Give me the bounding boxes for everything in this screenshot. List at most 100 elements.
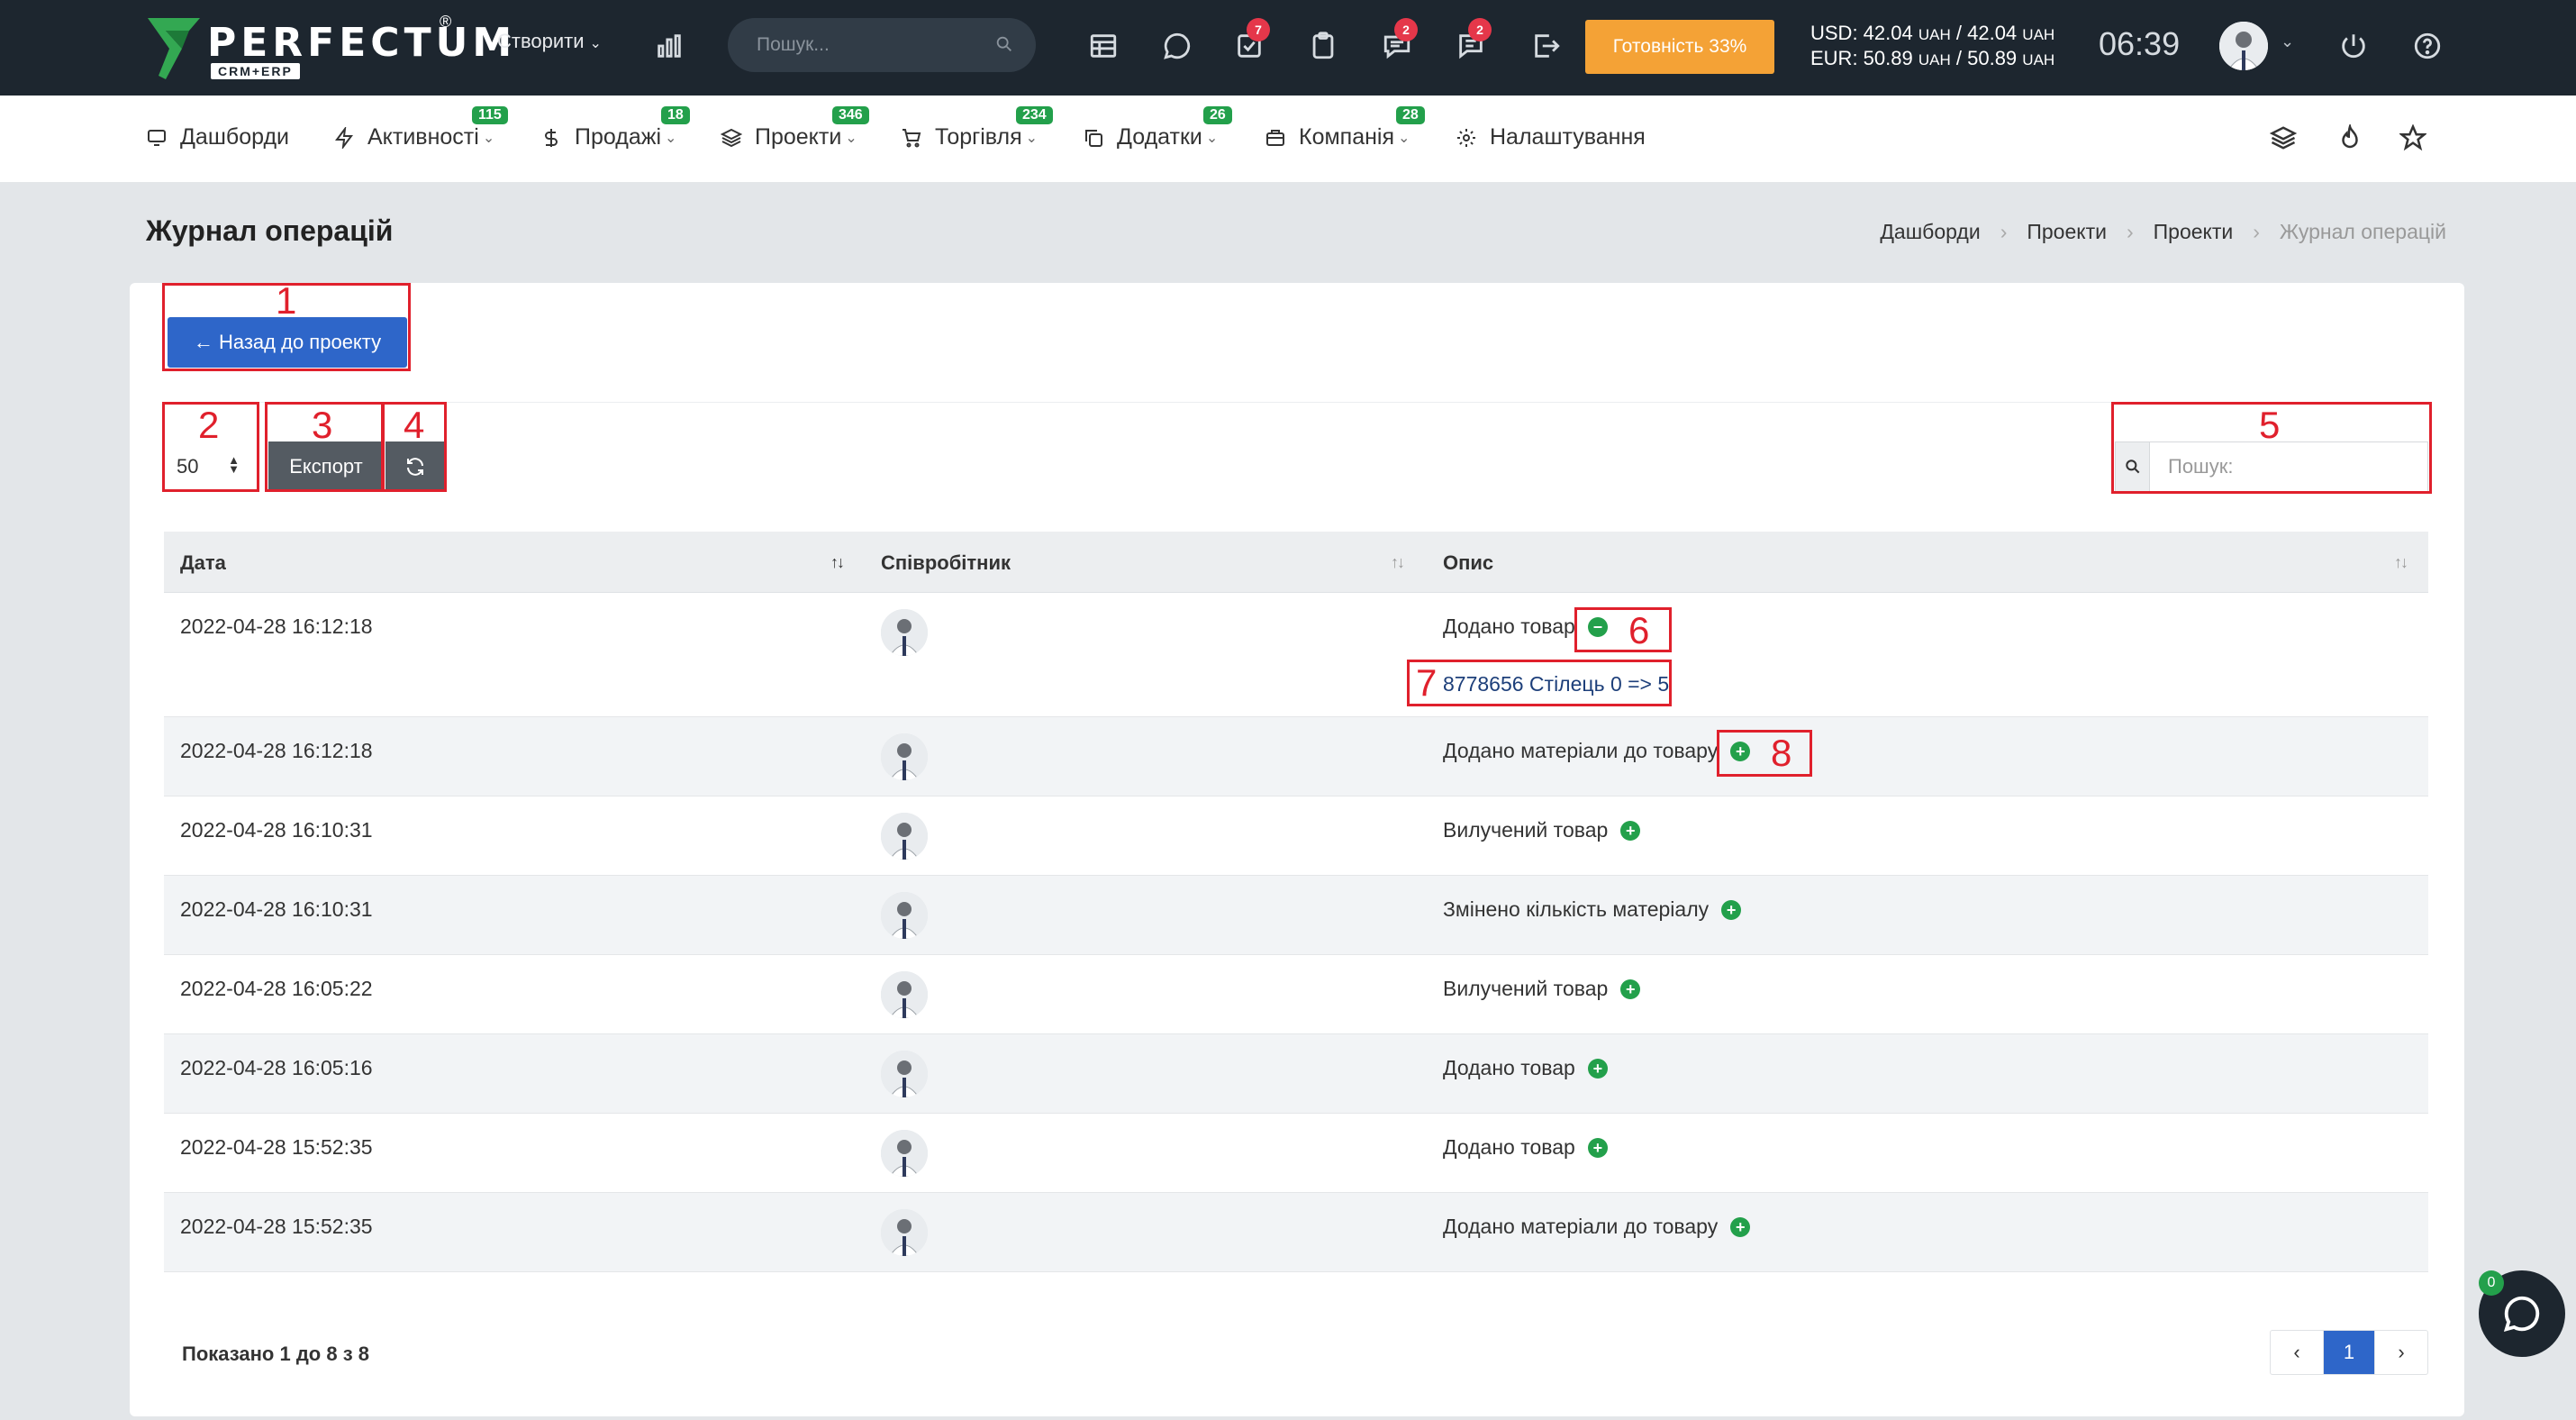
top-search[interactable] bbox=[728, 18, 1036, 72]
logout-door-icon[interactable] bbox=[1524, 23, 1569, 68]
breadcrumb-item-projects-2[interactable]: Проекти bbox=[2154, 220, 2234, 244]
layers-icon[interactable] bbox=[2269, 124, 2299, 153]
row-date: 2022-04-28 16:10:31 bbox=[180, 818, 373, 842]
power-icon[interactable] bbox=[2331, 23, 2376, 68]
bar-chart-icon[interactable] bbox=[647, 23, 692, 68]
employee-avatar[interactable] bbox=[881, 892, 928, 939]
row-description: Вилучений товар + bbox=[1443, 977, 1641, 1001]
expand-icon[interactable]: + bbox=[1730, 1216, 1751, 1237]
currency-rates: USD: 42.04 UAH / 42.04 UAH EUR: 50.89 UA… bbox=[1810, 22, 2054, 72]
breadcrumb: Дашборди › Проекти › Проекти › Журнал оп… bbox=[1880, 220, 2446, 244]
column-header-employee[interactable]: Співробітник bbox=[881, 551, 1011, 575]
row-date: 2022-04-28 16:10:31 bbox=[180, 897, 373, 921]
sort-icon[interactable]: ↑↓ bbox=[1391, 553, 1405, 572]
row-date: 2022-04-28 15:52:35 bbox=[180, 1135, 373, 1159]
help-icon[interactable] bbox=[2405, 23, 2450, 68]
readiness-button[interactable]: Готовність 33% bbox=[1585, 20, 1774, 74]
nav-item-addons[interactable]: Додатки ⌄ 26 bbox=[1083, 106, 1232, 150]
sales-badge: 18 bbox=[661, 106, 690, 124]
create-menu-label: Створити bbox=[497, 30, 585, 52]
chevron-down-icon: ⌄ bbox=[1025, 130, 1039, 146]
create-menu[interactable]: Створити ⌄ bbox=[497, 30, 602, 53]
logo-registered: ® bbox=[440, 13, 452, 31]
expand-icon[interactable]: + bbox=[1620, 979, 1641, 999]
chevron-down-icon: ⌄ bbox=[1205, 130, 1219, 146]
top-bar: PERFECTUM ® CRM+ERP Створити ⌄ 7 2 2 Гото… bbox=[0, 0, 2576, 96]
sort-desc-icon[interactable]: ↑↓ bbox=[830, 553, 845, 572]
row-description: Додано матеріали до товару + bbox=[1443, 1215, 1751, 1239]
annotation-number: 6 bbox=[1628, 609, 1650, 651]
nav-item-projects[interactable]: Проекти ⌄ 346 bbox=[721, 106, 869, 150]
nav-item-activities[interactable]: Активності ⌄ 115 bbox=[333, 106, 508, 150]
row-description: Змінено кількість матеріалу + bbox=[1443, 897, 1742, 922]
annotation-box-7 bbox=[1407, 660, 1672, 706]
calendar-icon[interactable] bbox=[1081, 23, 1126, 68]
row-description: Додано товар + bbox=[1443, 1135, 1608, 1160]
nav-item-label: Проекти bbox=[755, 124, 842, 150]
employee-avatar[interactable] bbox=[881, 1051, 928, 1097]
tasks-icon[interactable]: 7 bbox=[1227, 18, 1272, 68]
page-title: Журнал операцій bbox=[146, 214, 394, 247]
search-icon[interactable] bbox=[994, 34, 1014, 54]
chevron-down-icon: ⌄ bbox=[1398, 130, 1410, 146]
row-date: 2022-04-28 16:05:22 bbox=[180, 977, 373, 1000]
messages-icon[interactable]: 2 bbox=[1374, 18, 1420, 68]
row-description-text: Додано товар bbox=[1443, 1056, 1575, 1079]
pager-next-button[interactable]: › bbox=[2375, 1331, 2427, 1374]
breadcrumb-separator-icon: › bbox=[2253, 220, 2260, 243]
annotation-number: 2 bbox=[198, 404, 220, 446]
fire-icon[interactable] bbox=[2336, 123, 2365, 153]
annotation-number: 7 bbox=[1416, 661, 1438, 704]
projects-badge: 346 bbox=[832, 106, 869, 124]
row-description-text: Додано матеріали до товару bbox=[1443, 739, 1719, 762]
employee-avatar[interactable] bbox=[881, 609, 928, 656]
nav-item-sales[interactable]: Продажі ⌄ 18 bbox=[540, 106, 690, 150]
nav-item-trade[interactable]: Торгівля ⌄ 234 bbox=[901, 106, 1053, 150]
company-badge: 28 bbox=[1396, 106, 1425, 124]
expand-icon[interactable]: + bbox=[1721, 899, 1742, 920]
annotation-box-8 bbox=[1717, 730, 1812, 777]
table-row: 2022-04-28 15:52:35 Додано матеріали до т… bbox=[164, 1193, 2428, 1272]
cart-icon bbox=[903, 128, 921, 147]
row-description-text: Вилучений товар bbox=[1443, 818, 1609, 842]
chat-icon[interactable] bbox=[1155, 23, 1200, 68]
star-icon[interactable] bbox=[2398, 123, 2428, 153]
row-date: 2022-04-28 16:05:16 bbox=[180, 1056, 373, 1079]
expand-icon[interactable]: + bbox=[1587, 1058, 1608, 1079]
top-search-input[interactable] bbox=[757, 18, 973, 72]
breadcrumb-item-dashboards[interactable]: Дашборди bbox=[1880, 220, 1980, 244]
nav-item-label: Продажі bbox=[575, 124, 661, 150]
comments-icon[interactable]: 2 bbox=[1448, 18, 1493, 68]
row-description: Додано товар + bbox=[1443, 1056, 1608, 1080]
employee-avatar[interactable] bbox=[881, 733, 928, 780]
tasks-badge: 7 bbox=[1247, 18, 1270, 41]
column-header-description[interactable]: Опис bbox=[1443, 551, 1493, 575]
employee-avatar[interactable] bbox=[881, 1209, 928, 1256]
column-header-date[interactable]: Дата bbox=[180, 551, 226, 575]
row-description-text: Додано товар bbox=[1443, 614, 1575, 638]
clipboard-icon[interactable] bbox=[1301, 23, 1346, 68]
table-row: 2022-04-28 16:10:31 Змінено кількість мат… bbox=[164, 876, 2428, 955]
divider bbox=[164, 402, 2428, 403]
sort-icon[interactable]: ↑↓ bbox=[2394, 553, 2408, 572]
nav-item-company[interactable]: Компанія ⌄ 28 bbox=[1265, 106, 1425, 150]
nav-item-dashboards[interactable]: Дашборди bbox=[146, 124, 289, 150]
user-avatar[interactable] bbox=[2219, 22, 2268, 70]
pager-page-button[interactable]: 1 bbox=[2323, 1331, 2375, 1374]
copy-icon bbox=[1085, 129, 1102, 147]
table-body: 2022-04-28 16:12:18 Додано товар −8778656 … bbox=[164, 593, 2428, 1272]
expand-icon[interactable]: + bbox=[1587, 1137, 1608, 1158]
comments-badge: 2 bbox=[1468, 18, 1492, 41]
logo[interactable]: PERFECTUM ® CRM+ERP bbox=[146, 13, 512, 85]
breadcrumb-item-projects[interactable]: Проекти bbox=[2027, 220, 2107, 244]
chevron-down-icon[interactable]: ⌄ bbox=[2281, 32, 2294, 51]
employee-avatar[interactable] bbox=[881, 813, 928, 860]
expand-icon[interactable]: + bbox=[1620, 820, 1641, 841]
employee-avatar[interactable] bbox=[881, 971, 928, 1018]
dollar-icon bbox=[545, 128, 558, 147]
row-date: 2022-04-28 15:52:35 bbox=[180, 1215, 373, 1238]
employee-avatar[interactable] bbox=[881, 1130, 928, 1177]
nav-item-settings[interactable]: Налаштування bbox=[1456, 124, 1646, 150]
row-description-text: Змінено кількість матеріалу bbox=[1443, 897, 1710, 921]
pager-prev-button[interactable]: ‹ bbox=[2271, 1331, 2323, 1374]
